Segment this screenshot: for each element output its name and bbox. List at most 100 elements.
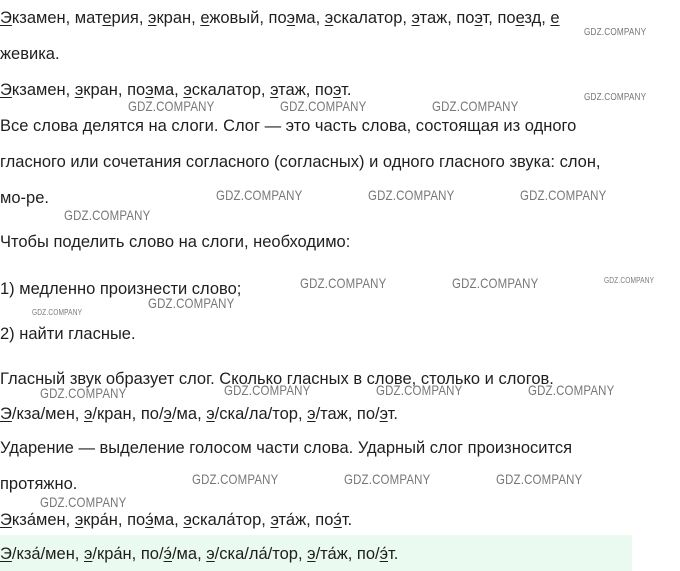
text-line: жевика.: [0, 44, 60, 64]
text-line: Все слова делятся на слоги. Слог — это ч…: [0, 116, 576, 136]
watermark: GDZ.COMPANY: [452, 275, 539, 291]
underlined-letter: Э: [0, 545, 12, 563]
text-segment: Все слова делятся на слоги. Слог — это ч…: [0, 117, 577, 135]
underlined-letter: Э: [0, 405, 12, 423]
underlined-letter: э: [379, 405, 388, 423]
underlined-letter: э: [286, 9, 296, 27]
text-segment: /ска/ла/тор,: [214, 405, 308, 423]
text-segment: рия,: [111, 9, 149, 27]
text-segment: кза́мен,: [11, 511, 75, 529]
underlined-letter: е: [550, 9, 560, 27]
text-segment: Ударение — выделение голосом части слова…: [0, 439, 573, 457]
text-segment: жевика.: [0, 45, 60, 63]
text-segment: 2) найти гласные.: [0, 325, 136, 343]
text-line: Экзамен, материя, экран, ежовый, поэма, …: [0, 8, 560, 28]
text-segment: таж, по: [278, 81, 334, 99]
watermark: GDZ.COMPANY: [40, 494, 127, 510]
underlined-letter: э: [145, 81, 154, 99]
watermark: GDZ.COMPANY: [604, 276, 655, 285]
watermark: GDZ.COMPANY: [520, 187, 607, 203]
watermark: GDZ.COMPANY: [280, 98, 367, 114]
underlined-letter: э: [183, 511, 192, 529]
text-line: Экзамен, экран, поэма, эскалатор, этаж, …: [0, 80, 351, 100]
underlined-letter: э: [74, 81, 84, 99]
underlined-letter: э́: [163, 545, 172, 563]
text-segment: таж, по: [419, 9, 475, 27]
watermark: GDZ.COMPANY: [128, 98, 215, 114]
watermark: GDZ.COMPANY: [496, 471, 583, 487]
text-segment: мо-ре.: [0, 189, 49, 207]
underlined-letter: э́: [333, 511, 342, 529]
text-segment: кзамен, мат: [11, 9, 103, 27]
text-segment: т.: [341, 511, 353, 529]
text-line: Э/кза/мен, э/кран, по/э/ма, э/ска/ла/тор…: [0, 404, 398, 424]
text-line: 2) найти гласные.: [0, 324, 136, 344]
text-segment: ма,: [153, 511, 184, 529]
text-segment: кран,: [156, 9, 201, 27]
watermark: GDZ.COMPANY: [300, 275, 387, 291]
text-line: Чтобы поделить слово на слоги, необходим…: [0, 232, 350, 252]
underlined-letter: е: [102, 9, 112, 27]
text-line: Экза́мен, экра́н, поэ́ма, эскала́тор, эт…: [0, 510, 352, 530]
text-segment: т.: [388, 545, 399, 563]
text-segment: /ска/ла́/тор,: [214, 545, 308, 563]
text-segment: скала́тор,: [191, 511, 271, 529]
text-segment: кран, по: [83, 81, 146, 99]
underlined-letter: э: [411, 9, 420, 27]
watermark: GDZ.COMPANY: [584, 92, 647, 103]
text-line: гласного или сочетания согласного (согла…: [0, 152, 601, 172]
watermark: GDZ.COMPANY: [584, 27, 647, 38]
underlined-letter: э: [270, 81, 279, 99]
text-segment: /ма,: [171, 545, 207, 563]
text-segment: зд,: [524, 9, 551, 27]
watermark: GDZ.COMPANY: [148, 295, 235, 311]
text-segment: гласного или сочетания согласного (согла…: [0, 153, 601, 171]
text-segment: протяжно.: [0, 475, 78, 493]
watermark: GDZ.COMPANY: [64, 207, 151, 223]
underlined-letter: э: [206, 545, 215, 563]
watermark: GDZ.COMPANY: [224, 382, 311, 398]
text-segment: /кра́н, по/: [92, 545, 164, 563]
text-segment: ма,: [295, 9, 325, 27]
text-segment: /кран, по/: [92, 405, 164, 423]
text-segment: т.: [341, 81, 352, 99]
underlined-letter: э: [307, 545, 316, 563]
text-segment: скалатор,: [333, 9, 412, 27]
text-segment: Чтобы поделить слово на слоги, необходим…: [0, 233, 351, 251]
text-segment: жовый, по: [209, 9, 287, 27]
text-segment: /ма,: [171, 405, 207, 423]
watermark: GDZ.COMPANY: [192, 471, 279, 487]
underlined-letter: Э: [0, 9, 12, 27]
underlined-letter: Э: [0, 511, 12, 529]
text-segment: т.: [387, 405, 398, 423]
watermark: GDZ.COMPANY: [40, 385, 127, 401]
underlined-letter: э́: [145, 511, 154, 529]
underlined-letter: э: [206, 405, 215, 423]
text-segment: та́ж, по: [278, 511, 334, 529]
text-segment: т, по: [482, 9, 516, 27]
text-line: протяжно.: [0, 474, 77, 494]
text-segment: /кза́/мен,: [11, 545, 84, 563]
text-line: Э/кза́/мен, э/кра́н, по/э́/ма, э/ска/ла́…: [0, 544, 398, 564]
underlined-letter: э: [183, 81, 192, 99]
underlined-letter: Э: [0, 81, 12, 99]
underlined-letter: э́: [379, 545, 389, 563]
text-segment: /таж, по/: [315, 405, 380, 423]
watermark: GDZ.COMPANY: [432, 98, 519, 114]
watermark: GDZ.COMPANY: [32, 308, 83, 317]
text-segment: /та́ж, по/: [315, 545, 380, 563]
watermark: GDZ.COMPANY: [216, 187, 303, 203]
watermark: GDZ.COMPANY: [376, 382, 463, 398]
text-line: мо-ре.: [0, 188, 49, 208]
watermark: GDZ.COMPANY: [368, 187, 455, 203]
text-line: Ударение — выделение голосом части слова…: [0, 438, 572, 458]
underlined-letter: э: [74, 511, 84, 529]
underlined-letter: э: [307, 405, 316, 423]
underlined-letter: э: [474, 9, 483, 27]
underlined-letter: э: [324, 9, 334, 27]
watermark: GDZ.COMPANY: [528, 382, 615, 398]
text-segment: кра́н, по: [83, 511, 146, 529]
underlined-letter: э: [270, 511, 279, 529]
text-segment: скалатор,: [191, 81, 271, 99]
underlined-letter: е: [200, 9, 210, 27]
